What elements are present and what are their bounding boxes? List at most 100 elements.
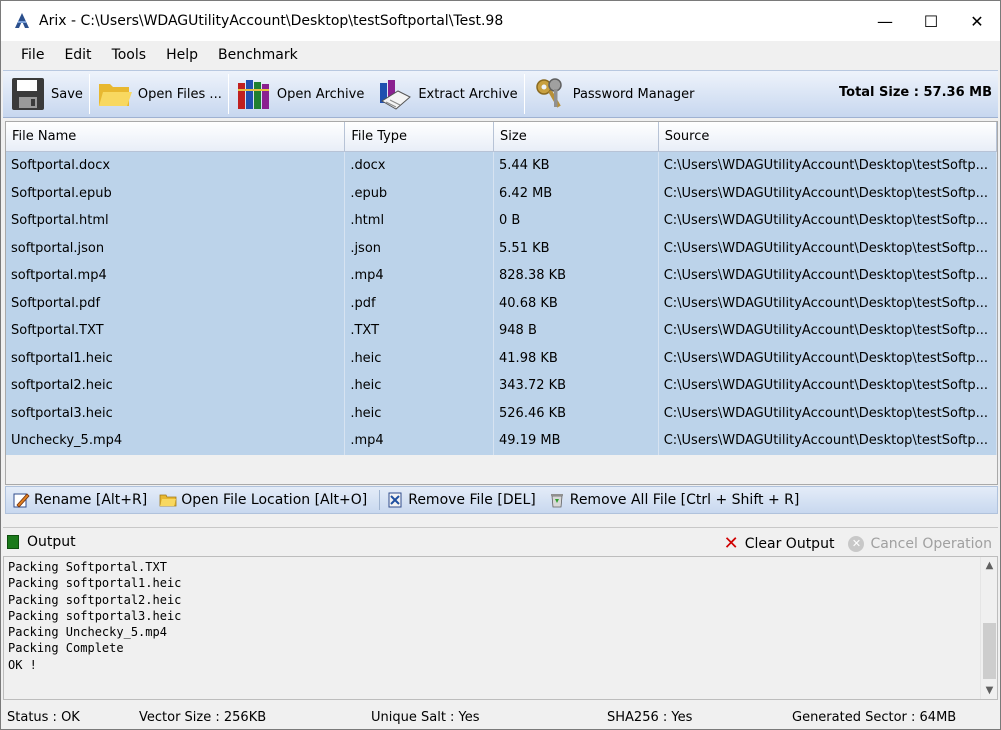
cancel-operation-label: Cancel Operation <box>870 535 992 552</box>
app-window: Arix - C:\Users\WDAGUtilityAccount\Deskt… <box>0 0 1001 730</box>
save-label: Save <box>51 86 83 102</box>
column-header-size[interactable]: Size <box>494 122 659 151</box>
output-header: Output ✕ Clear Output ✕ Cancel Operation <box>3 527 998 555</box>
table-row[interactable]: softportal.mp4 .mp4 828.38 KB C:\Users\WDAG… <box>6 262 997 290</box>
extract-archive-button[interactable]: Extract Archive <box>370 72 523 116</box>
status-text: Status : OK <box>7 710 80 725</box>
open-files-button[interactable]: Open Files ... <box>90 72 228 116</box>
save-button[interactable]: Save <box>3 72 89 116</box>
menu-bar: File Edit Tools Help Benchmark <box>1 41 1000 69</box>
file-table[interactable]: File Name File Type Size Source Softport… <box>5 121 998 485</box>
books-icon <box>237 80 269 109</box>
output-title: Output <box>27 533 76 550</box>
cell-size: 6.42 MB <box>494 179 659 207</box>
remove-file-button[interactable]: Remove File [DEL] <box>386 491 536 509</box>
menu-help[interactable]: Help <box>156 47 208 63</box>
cell-file-name: Softportal.pdf <box>6 289 346 317</box>
password-manager-button[interactable]: Password Manager <box>525 72 701 116</box>
table-row[interactable]: Softportal.pdf .pdf 40.68 KB C:\Users\WDAGU… <box>6 289 997 317</box>
cell-size: 40.68 KB <box>494 289 659 317</box>
sha256-text: SHA256 : Yes <box>607 710 693 725</box>
output-line: Packing Softportal.TXT <box>8 560 167 574</box>
column-header-file-type[interactable]: File Type <box>345 122 495 151</box>
menu-edit[interactable]: Edit <box>54 47 101 63</box>
cell-file-type: .html <box>345 207 495 235</box>
clear-output-button[interactable]: ✕ Clear Output <box>724 533 835 554</box>
cell-file-name: Softportal.docx <box>6 152 346 180</box>
password-manager-label: Password Manager <box>572 86 695 102</box>
cell-size: 49.19 MB <box>494 427 659 455</box>
cell-file-name: Softportal.TXT <box>6 317 346 345</box>
table-row[interactable]: Softportal.TXT .TXT 948 B C:\Users\WDAGUtil… <box>6 317 997 345</box>
scroll-up-arrow-icon[interactable]: ▲ <box>981 557 998 574</box>
status-bar: Status : OK Vector Size : 256KB Unique S… <box>3 704 998 730</box>
table-row[interactable]: Unchecky_5.mp4 .mp4 49.19 MB C:\Users\WDAGU… <box>6 427 997 455</box>
cell-source: C:\Users\WDAGUtilityAccount\Desktop\test… <box>659 179 997 207</box>
column-header-source[interactable]: Source <box>659 122 997 151</box>
cell-file-type: .heic <box>345 372 495 400</box>
output-console-icon <box>7 534 19 549</box>
open-file-location-label: Open File Location [Alt+O] <box>181 492 368 508</box>
table-row[interactable]: Softportal.docx .docx 5.44 KB C:\Users\WDAG… <box>6 152 997 180</box>
cell-source: C:\Users\WDAGUtilityAccount\Desktop\test… <box>659 317 997 345</box>
table-row[interactable]: softportal2.heic .heic 343.72 KB C:\Users\W… <box>6 372 997 400</box>
cell-source: C:\Users\WDAGUtilityAccount\Desktop\test… <box>659 289 997 317</box>
table-row[interactable]: softportal.json .json 5.51 KB C:\Users\WDAG… <box>6 234 997 262</box>
remove-all-button[interactable]: Remove All File [Ctrl + Shift + R] <box>548 491 800 509</box>
output-scrollbar[interactable]: ▲ ▼ <box>980 557 997 699</box>
table-row[interactable]: Softportal.epub .epub 6.42 MB C:\Users\WDAG… <box>6 179 997 207</box>
total-size-label: Total Size : 57.36 MB <box>839 85 992 100</box>
cell-file-name: softportal.mp4 <box>6 262 346 290</box>
unique-salt-text: Unique Salt : Yes <box>371 710 480 725</box>
output-line: Packing softportal1.heic <box>8 576 182 591</box>
table-row[interactable]: softportal1.heic .heic 41.98 KB C:\Users\WD… <box>6 344 997 372</box>
open-archive-button[interactable]: Open Archive <box>229 72 371 116</box>
output-line: Packing Unchecky_5.mp4 <box>8 625 167 640</box>
cell-file-name: softportal1.heic <box>6 344 346 372</box>
cell-source: C:\Users\WDAGUtilityAccount\Desktop\test… <box>659 152 997 180</box>
output-line: OK ! <box>8 657 37 672</box>
cell-size: 828.38 KB <box>494 262 659 290</box>
rename-label: Rename [Alt+R] <box>34 492 148 508</box>
cell-file-name: softportal2.heic <box>6 372 346 400</box>
folder-open-icon <box>98 84 132 106</box>
cell-file-type: .TXT <box>345 317 495 345</box>
open-archive-label: Open Archive <box>276 86 365 102</box>
menu-file[interactable]: File <box>11 47 54 63</box>
column-header-file-name[interactable]: File Name <box>6 122 346 151</box>
remove-all-label: Remove All File [Ctrl + Shift + R] <box>569 492 800 508</box>
cell-source: C:\Users\WDAGUtilityAccount\Desktop\test… <box>659 372 997 400</box>
open-file-location-button[interactable]: Open File Location [Alt+O] <box>159 491 367 509</box>
cell-file-type: .pdf <box>345 289 495 317</box>
folder-icon <box>159 494 177 507</box>
generated-sector-text: Generated Sector : 64MB <box>792 710 957 725</box>
open-files-label: Open Files ... <box>137 86 222 102</box>
cell-size: 5.44 KB <box>494 152 659 180</box>
output-lines: Packing Softportal.TXT Packing softportal… <box>8 559 181 673</box>
menu-tools[interactable]: Tools <box>102 47 157 63</box>
maximize-button[interactable]: ☐ <box>908 1 954 41</box>
rename-button[interactable]: Rename [Alt+R] <box>12 491 147 509</box>
cell-source: C:\Users\WDAGUtilityAccount\Desktop\test… <box>659 399 997 427</box>
table-row[interactable]: Softportal.html .html 0 B C:\Users\WDAGUtil… <box>6 207 997 235</box>
scroll-down-arrow-icon[interactable]: ▼ <box>981 682 998 699</box>
cell-file-name: Softportal.epub <box>6 179 346 207</box>
minimize-button[interactable]: — <box>862 1 908 41</box>
output-line: Packing softportal3.heic <box>8 608 182 623</box>
scroll-thumb[interactable] <box>983 623 996 679</box>
cell-source: C:\Users\WDAGUtilityAccount\Desktop\test… <box>659 234 997 262</box>
cell-file-name: softportal3.heic <box>6 399 346 427</box>
output-tab[interactable]: Output <box>7 534 76 550</box>
menu-benchmark[interactable]: Benchmark <box>208 47 308 63</box>
toolbar: Save Open Files ... Open Archive Extract… <box>3 70 998 118</box>
table-header: File Name File Type Size Source <box>6 122 997 152</box>
close-button[interactable]: ✕ <box>954 1 1000 41</box>
cell-file-name: softportal.json <box>6 234 346 262</box>
table-row[interactable]: softportal3.heic .heic 526.46 KB C:\Users\W… <box>6 399 997 427</box>
keys-icon <box>535 78 562 108</box>
output-log[interactable]: Packing Softportal.TXT Packing softportal… <box>3 556 998 700</box>
cell-size: 948 B <box>494 317 659 345</box>
cell-size: 526.46 KB <box>494 399 659 427</box>
cancel-operation-button[interactable]: ✕ Cancel Operation <box>848 535 992 552</box>
cell-source: C:\Users\WDAGUtilityAccount\Desktop\test… <box>659 427 997 455</box>
